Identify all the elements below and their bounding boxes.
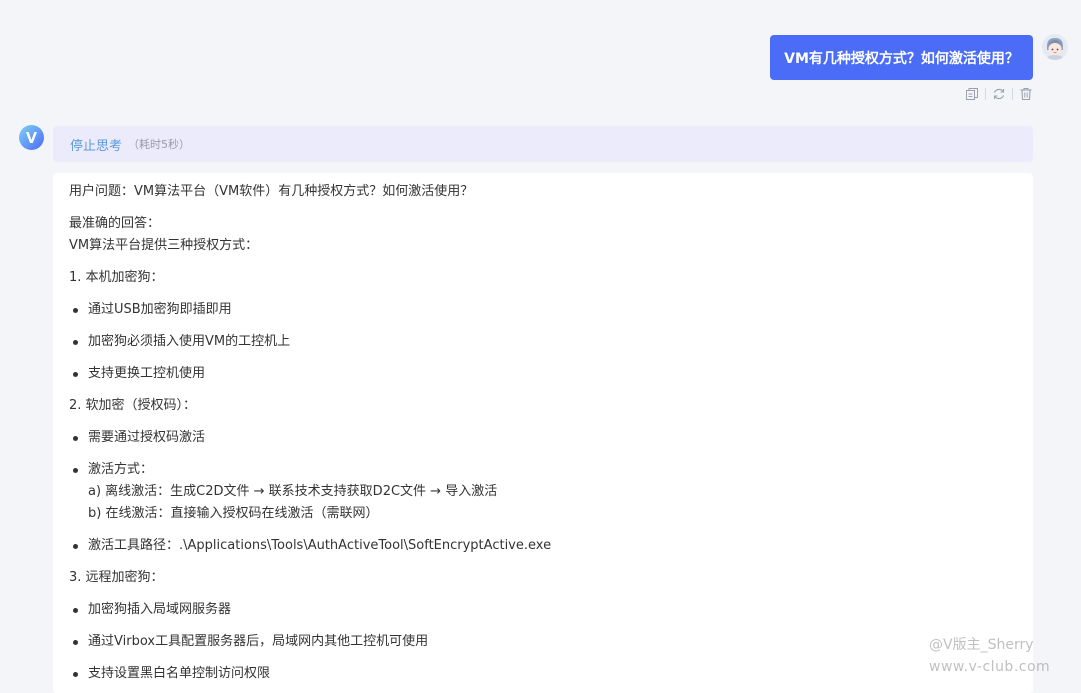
trash-icon bbox=[1020, 88, 1032, 101]
answer-card: 用户问题：VM算法平台（VM软件）有几种授权方式？如何激活使用？ 最准确的回答：… bbox=[53, 173, 1033, 693]
list-item-text: 加密狗插入局域网服务器 bbox=[88, 602, 232, 617]
watermark: @V版主_Sherry www.v-club.com bbox=[929, 634, 1079, 678]
list-item-text: 需要通过授权码激活 bbox=[88, 430, 206, 445]
list-item-text: 支持更换工控机使用 bbox=[88, 366, 206, 381]
action-divider bbox=[985, 88, 986, 100]
list-item: 支持更换工控机使用 bbox=[69, 363, 1017, 385]
copy-icon bbox=[966, 88, 978, 100]
regenerate-button[interactable] bbox=[990, 85, 1008, 103]
section-list: 通过USB加密狗即插即用 加密狗必须插入使用VM的工控机上 支持更换工控机使用 bbox=[69, 299, 1017, 385]
copy-button[interactable] bbox=[963, 85, 981, 103]
list-item: 通过USB加密狗即插即用 bbox=[69, 299, 1017, 321]
list-item: 加密狗插入局域网服务器 bbox=[69, 599, 1017, 621]
list-item-text: 通过USB加密狗即插即用 bbox=[88, 302, 232, 317]
section-list: 需要通过授权码激活 激活方式： a) 离线激活：生成C2D文件 → 联系技术支持… bbox=[69, 427, 1017, 557]
list-subitem-text: a) 离线激活：生成C2D文件 → 联系技术支持获取D2C文件 → 导入激活 bbox=[88, 484, 498, 499]
section-heading: 3. 远程加密狗： bbox=[69, 570, 164, 585]
answer-question: 用户问题：VM算法平台（VM软件）有几种授权方式？如何激活使用？ bbox=[69, 184, 474, 199]
list-item: 支持设置黑白名单控制访问权限 bbox=[69, 663, 1017, 685]
list-item-text: 激活方式： bbox=[88, 462, 154, 477]
list-item: 需要通过授权码激活 bbox=[69, 427, 1017, 449]
list-item-text: 支持设置黑白名单控制访问权限 bbox=[88, 666, 271, 681]
section-list: 加密狗插入局域网服务器 通过Virbox工具配置服务器后，局域网内其他工控机可使… bbox=[69, 599, 1017, 685]
list-item-text: 通过Virbox工具配置服务器后，局域网内其他工控机可使用 bbox=[88, 634, 429, 649]
watermark-author: @V版主_Sherry bbox=[929, 637, 1034, 653]
action-divider bbox=[1012, 88, 1013, 100]
section-heading: 1. 本机加密狗： bbox=[69, 270, 164, 285]
bot-avatar bbox=[19, 125, 44, 150]
list-item-text: 激活工具路径：.\Applications\Tools\AuthActiveTo… bbox=[88, 538, 552, 553]
user-message-bubble: VM有几种授权方式？如何激活使用？ bbox=[770, 35, 1033, 80]
message-actions bbox=[963, 85, 1035, 103]
list-item-text: 加密狗必须插入使用VM的工控机上 bbox=[88, 334, 291, 349]
thinking-elapsed-time: （耗时5秒） bbox=[128, 138, 191, 151]
list-item: 激活方式： a) 离线激活：生成C2D文件 → 联系技术支持获取D2C文件 → … bbox=[69, 459, 1017, 525]
v-logo-icon bbox=[19, 125, 44, 150]
list-subitem-text: b) 在线激活：直接输入授权码在线激活（需联网） bbox=[88, 506, 379, 521]
refresh-icon bbox=[993, 88, 1005, 100]
list-item: 加密狗必须插入使用VM的工控机上 bbox=[69, 331, 1017, 353]
list-item: 激活工具路径：.\Applications\Tools\AuthActiveTo… bbox=[69, 535, 1017, 557]
user-message-text: VM有几种授权方式？如何激活使用？ bbox=[784, 50, 1019, 67]
thinking-status-bar: 停止思考 （耗时5秒） bbox=[53, 126, 1033, 162]
answer-intro: VM算法平台提供三种授权方式： bbox=[69, 238, 259, 253]
user-avatar-icon bbox=[1042, 34, 1068, 60]
answer-intro-label: 最准确的回答： bbox=[69, 216, 161, 231]
delete-button[interactable] bbox=[1017, 85, 1035, 103]
list-item: 通过Virbox工具配置服务器后，局域网内其他工控机可使用 bbox=[69, 631, 1017, 653]
section-heading: 2. 软加密（授权码）： bbox=[69, 398, 197, 413]
user-avatar bbox=[1042, 34, 1068, 60]
watermark-site: www.v-club.com bbox=[929, 659, 1051, 675]
stop-thinking-button[interactable]: 停止思考 bbox=[70, 135, 122, 154]
